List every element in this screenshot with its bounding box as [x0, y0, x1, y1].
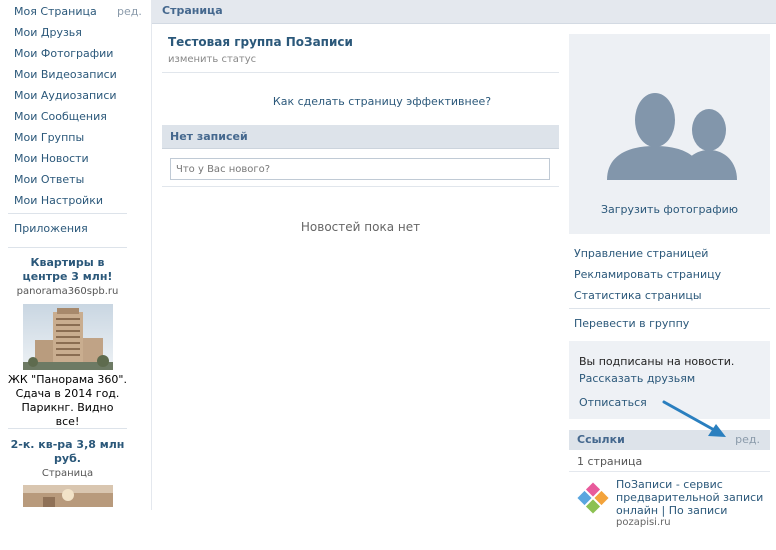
nav-apps[interactable]: Приложения	[14, 221, 88, 236]
nav-my-settings[interactable]: Мои Настройки	[14, 193, 144, 214]
nav-edit-link[interactable]: ред.	[117, 4, 142, 19]
ad-domain: Страница	[41, 468, 94, 479]
nav-my-photos[interactable]: Мои Фотографии	[14, 46, 144, 67]
subscribed-text: Вы подписаны на новости.	[579, 355, 735, 368]
tell-friends-link[interactable]: Рассказать друзьям	[579, 372, 695, 385]
nav-my-answers[interactable]: Мои Ответы	[14, 172, 144, 193]
main-nav: Моя Страница Мои Друзья Мои Фотографии М…	[14, 4, 144, 214]
ad-block[interactable]: Квартиры в центре 3 млн! panorama360spb.…	[8, 256, 127, 429]
ad-domain: panorama360spb.ru	[16, 286, 119, 297]
change-status-link[interactable]: изменить статус	[168, 54, 256, 65]
nav-my-audio[interactable]: Мои Аудиозаписи	[14, 88, 144, 109]
divider	[8, 428, 127, 429]
ad-building-image[interactable]	[22, 304, 113, 370]
unsubscribe-link[interactable]: Отписаться	[579, 396, 647, 409]
divider	[569, 308, 770, 309]
upload-photo-link[interactable]: Загрузить фотографию	[569, 203, 770, 216]
nav-my-groups[interactable]: Мои Группы	[14, 130, 144, 151]
links-edit-link[interactable]: ред.	[735, 433, 760, 446]
divider	[8, 213, 127, 214]
divider	[569, 471, 770, 472]
annotation-arrow-icon	[662, 400, 726, 437]
effective-page-link[interactable]: Как сделать страницу эффективнее?	[162, 95, 602, 108]
nav-my-videos[interactable]: Мои Видеозаписи	[14, 67, 144, 88]
links-count: 1 страница	[577, 455, 643, 468]
group-title: Тестовая группа ПоЗаписи	[168, 35, 353, 49]
page-header-title: Страница	[162, 4, 223, 17]
manage-page-link[interactable]: Управление страницей	[574, 247, 708, 260]
wall-header-title: Нет записей	[170, 130, 248, 143]
ad-interior-image[interactable]	[22, 485, 113, 507]
nav-my-news[interactable]: Мои Новости	[14, 151, 144, 172]
wall-header: Нет записей	[162, 125, 559, 149]
divider	[8, 247, 127, 248]
group-silhouette-icon	[607, 93, 737, 180]
new-post-input[interactable]	[170, 158, 550, 180]
nav-my-messages[interactable]: Мои Сообщения	[14, 109, 144, 130]
profile-photo-placeholder[interactable]: Загрузить фотографию	[569, 34, 770, 234]
nav-my-friends[interactable]: Мои Друзья	[14, 25, 144, 46]
left-sidebar: Моя Страница Мои Друзья Мои Фотографии М…	[0, 0, 152, 510]
ad-text: ЖК "Панорама 360". Сдача в 2014 год. Пар…	[8, 373, 127, 428]
ad-title[interactable]: Квартиры в центре 3 млн!	[8, 256, 127, 284]
links-title: Ссылки	[577, 433, 625, 446]
divider	[162, 186, 559, 187]
ad-block[interactable]: 2-к. кв-ра 3,8 млн руб. Страница	[8, 438, 127, 507]
link-item-domain: pozapisi.ru	[616, 517, 671, 528]
divider	[162, 72, 559, 73]
no-news-text: Новостей пока нет	[300, 220, 421, 234]
ad-title[interactable]: 2-к. кв-ра 3,8 млн руб.	[8, 438, 127, 466]
link-item-title[interactable]: ПоЗаписи - сервис предварительной записи…	[616, 478, 766, 517]
convert-to-group-link[interactable]: Перевести в группу	[574, 317, 689, 330]
page-stats-link[interactable]: Статистика страницы	[574, 289, 702, 302]
advertise-page-link[interactable]: Рекламировать страницу	[574, 268, 721, 281]
pozapisi-logo-icon[interactable]	[577, 482, 609, 514]
page-header-bar: Страница	[152, 0, 776, 24]
